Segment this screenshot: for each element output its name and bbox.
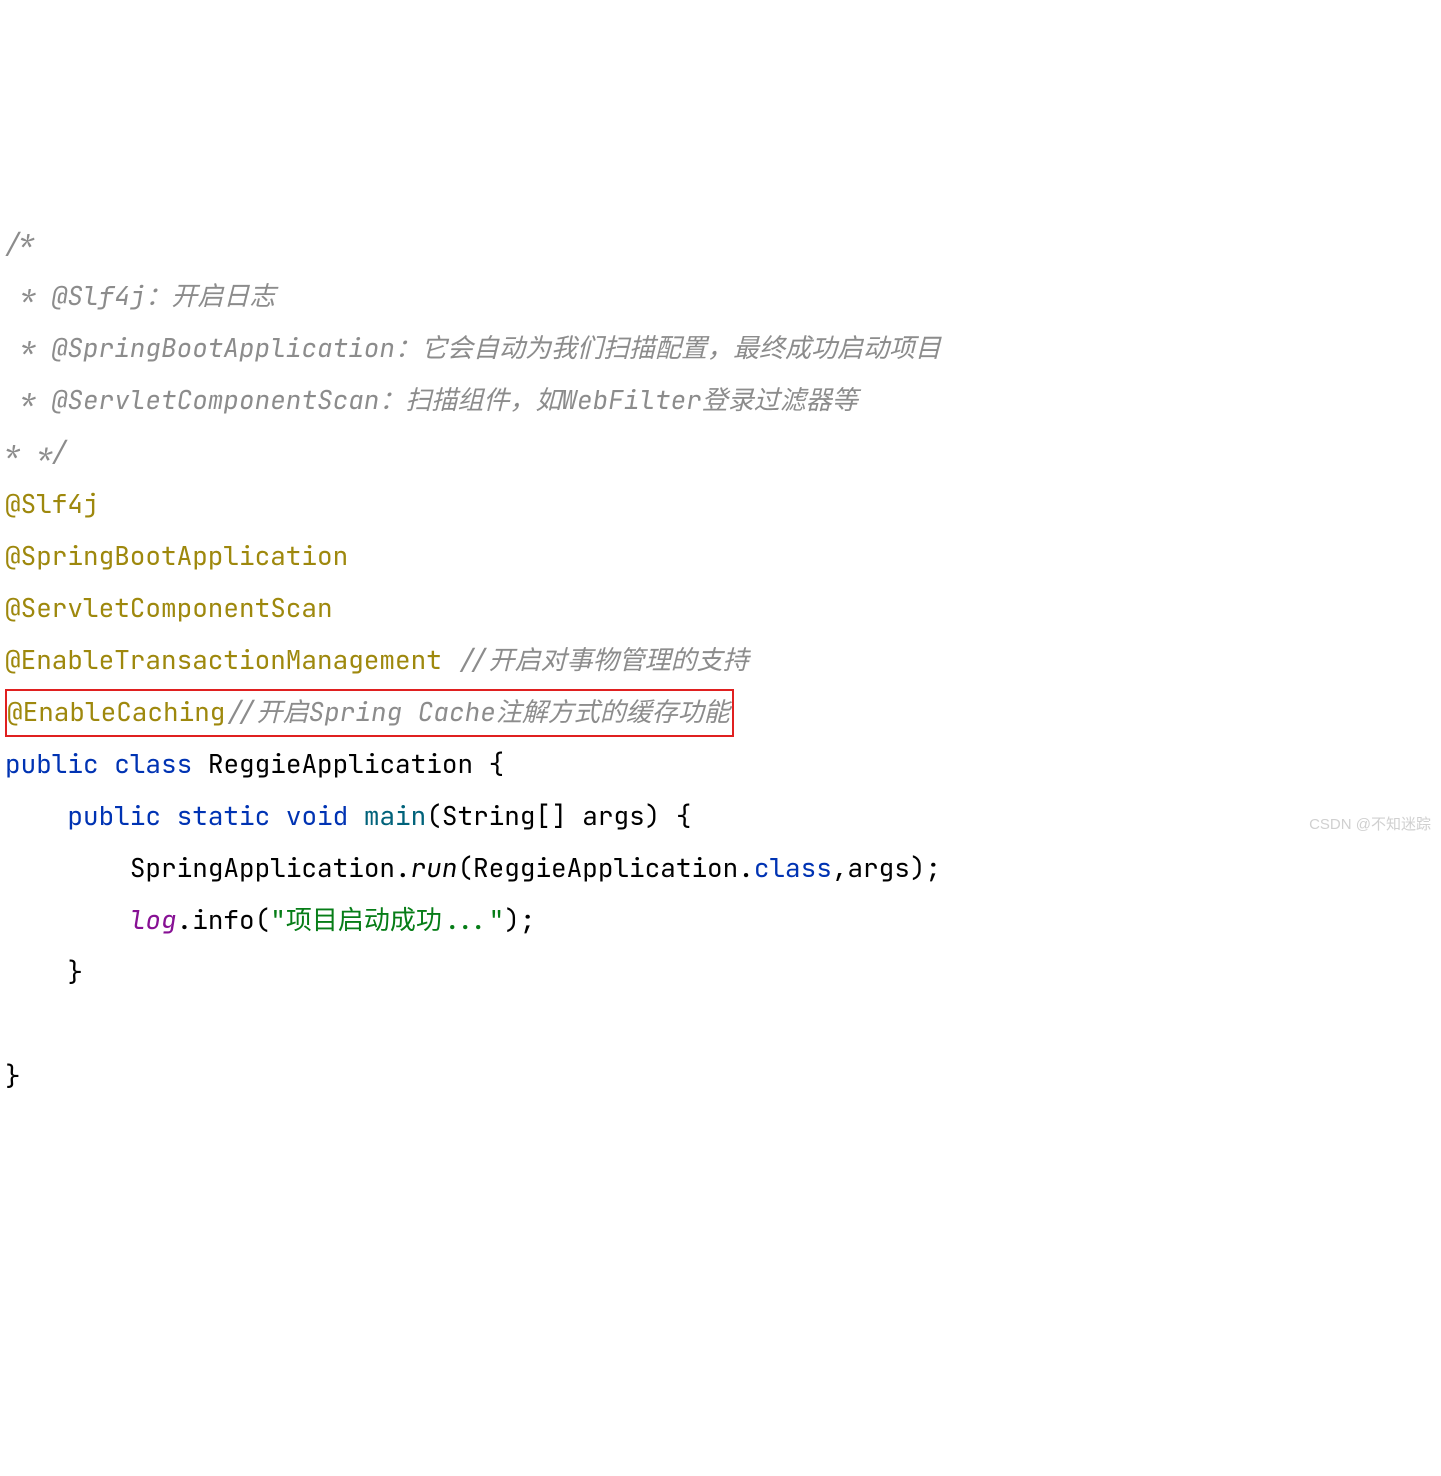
watermark: CSDN @不知迷踪 xyxy=(1309,810,1431,840)
brace-close-inner: } xyxy=(5,954,83,989)
annotation-servletcomponentscan: @ServletComponentScan xyxy=(5,590,333,625)
keyword-class-ref: class xyxy=(754,850,832,885)
annotation-enablecaching: @EnableCaching xyxy=(7,694,225,729)
log-variable: log xyxy=(130,902,177,937)
annotation-slf4j: @Slf4j xyxy=(5,486,99,521)
keyword-public-inner: public xyxy=(67,798,161,833)
indent2b xyxy=(5,902,130,937)
comment-close: * */ xyxy=(5,434,67,469)
code-block: /* * @Slf4j：开启日志 * @SpringBootApplicatio… xyxy=(5,218,1436,1102)
springapp-prefix: SpringApplication. xyxy=(130,850,411,885)
info-close: ); xyxy=(504,902,535,937)
brace-open: { xyxy=(473,746,504,781)
keyword-class: class xyxy=(114,746,192,781)
indent xyxy=(5,798,67,833)
main-params: (String[] args) { xyxy=(426,798,691,833)
comment-line-slf4j: * @Slf4j：开启日志 xyxy=(5,278,275,313)
comment-caching: //开启Spring Cache注解方式的缓存功能 xyxy=(225,694,729,729)
comment-transaction: //开启对事物管理的支持 xyxy=(442,642,749,677)
run-args-open: (ReggieApplication. xyxy=(457,850,753,885)
comment-open: /* xyxy=(5,226,36,261)
class-name: ReggieApplication xyxy=(208,746,473,781)
highlight-enablecaching: @EnableCaching//开启Spring Cache注解方式的缓存功能 xyxy=(5,689,734,737)
info-string: "项目启动成功..." xyxy=(270,902,504,937)
method-main: main xyxy=(364,798,426,833)
keyword-void: void xyxy=(286,798,348,833)
keyword-static: static xyxy=(177,798,271,833)
comment-line-springboot: * @SpringBootApplication：它会自动为我们扫描配置，最终成… xyxy=(5,330,941,365)
keyword-public: public xyxy=(5,746,99,781)
method-run: run xyxy=(411,850,458,885)
comment-line-servletscan: * @ServletComponentScan：扫描组件，如WebFilter登… xyxy=(5,382,858,417)
brace-close-outer: } xyxy=(5,1058,21,1093)
info-open: .info( xyxy=(177,902,271,937)
annotation-springbootapp: @SpringBootApplication xyxy=(5,538,348,573)
run-args-close: ,args); xyxy=(832,850,941,885)
annotation-enabletransaction: @EnableTransactionManagement xyxy=(5,642,442,677)
indent2 xyxy=(5,850,130,885)
